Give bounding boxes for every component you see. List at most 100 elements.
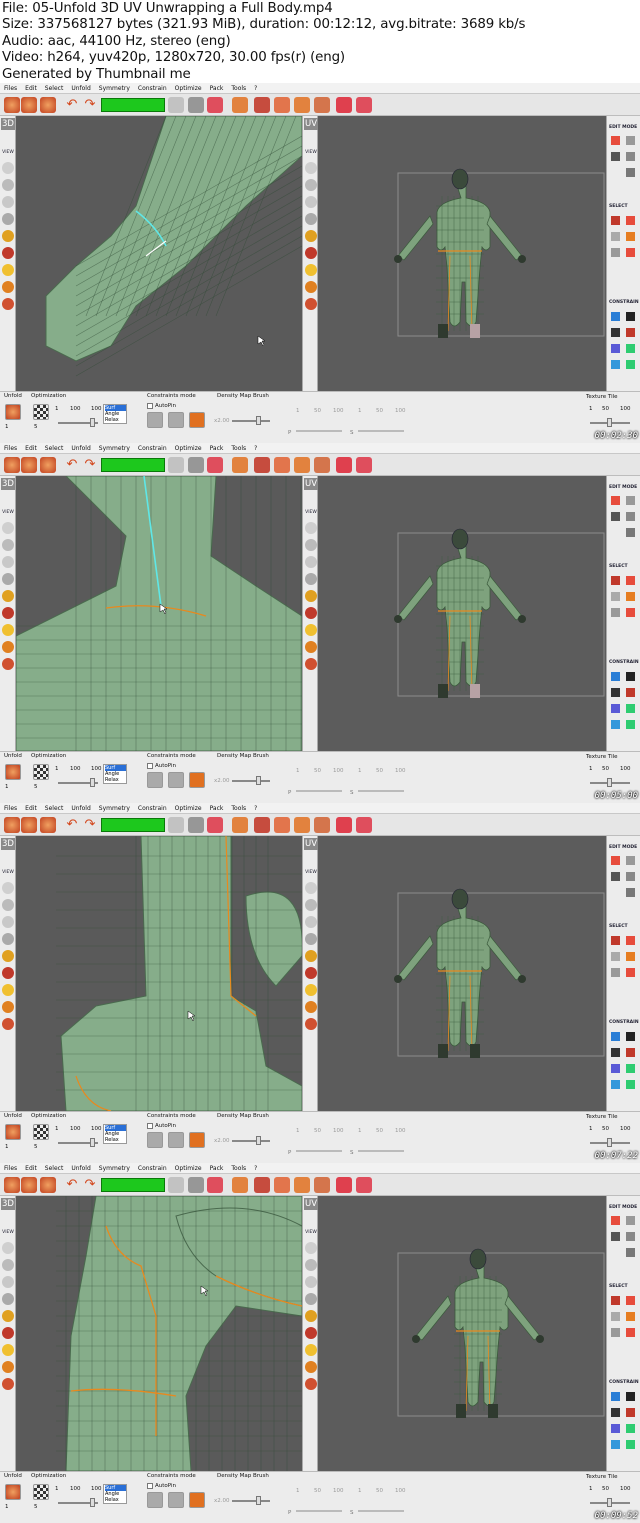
tool-icon[interactable] bbox=[611, 856, 620, 865]
list-item[interactable]: Relax bbox=[105, 1497, 126, 1503]
texture-tile-knob[interactable] bbox=[607, 778, 612, 787]
view-tool-icon[interactable] bbox=[2, 522, 14, 534]
menu-item-select[interactable]: Select bbox=[45, 443, 64, 454]
redo-icon[interactable]: ↷ bbox=[82, 1177, 98, 1193]
uv-view-tool-icon[interactable] bbox=[305, 556, 317, 568]
list-item[interactable]: Relax bbox=[105, 1137, 126, 1143]
tool-icon[interactable] bbox=[611, 1312, 620, 1321]
pin-icon[interactable] bbox=[207, 1177, 223, 1193]
menu-item-edit[interactable]: Edit bbox=[25, 803, 37, 814]
uv-view-tool-icon[interactable] bbox=[305, 1378, 317, 1390]
help-icon[interactable] bbox=[356, 1177, 372, 1193]
cut-icon[interactable] bbox=[4, 97, 20, 113]
weld-icon[interactable] bbox=[21, 97, 37, 113]
grid-c-icon[interactable] bbox=[314, 97, 330, 113]
p-slider[interactable] bbox=[296, 1150, 342, 1152]
tool-icon[interactable] bbox=[626, 856, 635, 865]
view-tool-icon[interactable] bbox=[2, 1018, 14, 1030]
uv-view-tool-icon[interactable] bbox=[305, 916, 317, 928]
view-tool-icon[interactable] bbox=[2, 624, 14, 636]
constraint-mode-c-icon[interactable] bbox=[189, 1492, 205, 1508]
grid-b-icon[interactable] bbox=[294, 817, 310, 833]
undo-icon[interactable]: ↶ bbox=[64, 457, 80, 473]
uv-view-tool-icon[interactable] bbox=[305, 967, 317, 979]
sphere-icon[interactable] bbox=[188, 1177, 204, 1193]
grid-a-icon[interactable] bbox=[274, 97, 290, 113]
menu-item-constrain[interactable]: Constrain bbox=[138, 443, 167, 454]
tool-icon[interactable] bbox=[611, 968, 620, 977]
menu-item-select[interactable]: Select bbox=[45, 1163, 64, 1174]
uv-viewport[interactable] bbox=[318, 1196, 606, 1471]
view-tool-icon[interactable] bbox=[2, 1259, 14, 1271]
tool-icon[interactable] bbox=[611, 936, 620, 945]
tool-icon[interactable] bbox=[611, 344, 620, 353]
tool-icon[interactable] bbox=[626, 672, 635, 681]
tool-icon[interactable] bbox=[626, 216, 635, 225]
3d-viewport[interactable] bbox=[16, 116, 302, 391]
s-slider[interactable] bbox=[358, 1510, 404, 1512]
autopin-checkbox[interactable] bbox=[147, 1123, 153, 1129]
menu-item-tools[interactable]: Tools bbox=[231, 443, 246, 454]
menu-item-tools[interactable]: Tools bbox=[231, 83, 246, 94]
menu-item-pack[interactable]: Pack bbox=[210, 803, 224, 814]
menu-item-constrain[interactable]: Constrain bbox=[138, 803, 167, 814]
tool-icon[interactable] bbox=[611, 1032, 620, 1041]
mirror-icon[interactable] bbox=[336, 97, 352, 113]
menu-item-edit[interactable]: Edit bbox=[25, 1163, 37, 1174]
uv-view-tool-icon[interactable] bbox=[305, 1293, 317, 1305]
view-tool-icon[interactable] bbox=[2, 230, 14, 242]
sphere-icon[interactable] bbox=[188, 457, 204, 473]
tool-icon[interactable] bbox=[626, 1232, 635, 1241]
pin-icon[interactable] bbox=[207, 97, 223, 113]
view-tool-icon[interactable] bbox=[2, 950, 14, 962]
menu-item-symmetry[interactable]: Symmetry bbox=[99, 83, 130, 94]
brush-slider-knob[interactable] bbox=[256, 1136, 261, 1145]
uv-view-tool-icon[interactable] bbox=[305, 179, 317, 191]
tool-icon[interactable] bbox=[611, 232, 620, 241]
menu-item-symmetry[interactable]: Symmetry bbox=[99, 443, 130, 454]
unfold-button[interactable] bbox=[5, 764, 21, 780]
menu-item-files[interactable]: Files bbox=[4, 443, 17, 454]
grid-b-icon[interactable] bbox=[294, 457, 310, 473]
sphere-icon[interactable] bbox=[188, 817, 204, 833]
weld-icon[interactable] bbox=[21, 817, 37, 833]
ghost-icon[interactable] bbox=[168, 817, 184, 833]
tool-icon[interactable] bbox=[626, 1424, 635, 1433]
tool-icon[interactable] bbox=[626, 872, 635, 881]
brush-slider-knob[interactable] bbox=[256, 416, 261, 425]
tool-icon[interactable] bbox=[626, 232, 635, 241]
tool-icon[interactable] bbox=[611, 1048, 620, 1057]
p-slider[interactable] bbox=[296, 790, 342, 792]
gear-orange-icon[interactable] bbox=[232, 817, 248, 833]
sew-icon[interactable] bbox=[40, 97, 56, 113]
optimization-slider-knob[interactable] bbox=[90, 778, 95, 787]
tool-icon[interactable] bbox=[611, 1328, 620, 1337]
tool-icon[interactable] bbox=[611, 872, 620, 881]
view-tool-icon[interactable] bbox=[2, 1242, 14, 1254]
autopin-checkbox[interactable] bbox=[147, 403, 153, 409]
menu-item-pack[interactable]: Pack bbox=[210, 1163, 224, 1174]
tool-icon[interactable] bbox=[611, 1232, 620, 1241]
tool-icon[interactable] bbox=[626, 1312, 635, 1321]
redo-icon[interactable]: ↷ bbox=[82, 817, 98, 833]
tool-icon[interactable] bbox=[611, 688, 620, 697]
mirror-icon[interactable] bbox=[336, 1177, 352, 1193]
uv-view-tool-icon[interactable] bbox=[305, 1276, 317, 1288]
texture-tile-knob[interactable] bbox=[607, 1498, 612, 1507]
menu-item-pack[interactable]: Pack bbox=[210, 83, 224, 94]
menu-item-help[interactable]: ? bbox=[254, 803, 257, 814]
menu-item-unfold[interactable]: Unfold bbox=[71, 803, 90, 814]
texture-tile-knob[interactable] bbox=[607, 418, 612, 427]
redo-icon[interactable]: ↷ bbox=[82, 97, 98, 113]
menu-item-help[interactable]: ? bbox=[254, 83, 257, 94]
uv-view-tool-icon[interactable] bbox=[305, 162, 317, 174]
optimization-slider-knob[interactable] bbox=[90, 1138, 95, 1147]
tool-icon[interactable] bbox=[626, 344, 635, 353]
gear-orange-icon[interactable] bbox=[232, 1177, 248, 1193]
menu-item-symmetry[interactable]: Symmetry bbox=[99, 803, 130, 814]
uv-view-tool-icon[interactable] bbox=[305, 1259, 317, 1271]
view-tool-icon[interactable] bbox=[2, 1001, 14, 1013]
constraint-mode-b-icon[interactable] bbox=[168, 1132, 184, 1148]
constraint-mode-a-icon[interactable] bbox=[147, 412, 163, 428]
uv-viewport[interactable] bbox=[318, 116, 606, 391]
